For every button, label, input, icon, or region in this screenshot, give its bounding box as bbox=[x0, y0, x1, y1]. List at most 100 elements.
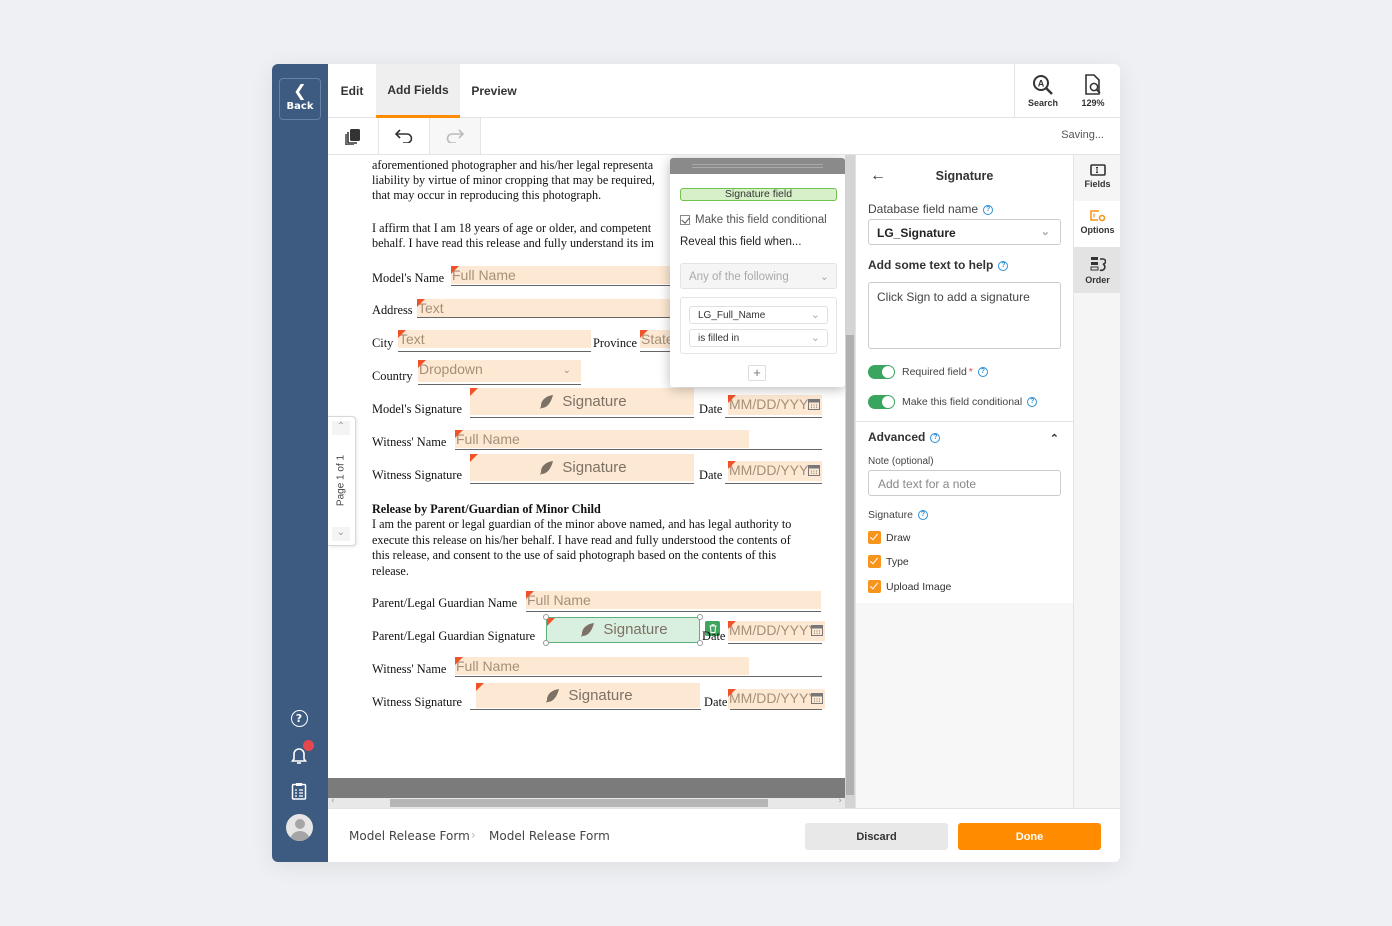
doc-text-line: that may occur in reproducing this photo… bbox=[372, 188, 602, 202]
search-button[interactable]: A Search bbox=[1021, 74, 1065, 108]
conditional-field-row: Make this field conditional? bbox=[868, 395, 1038, 409]
left-rail: ❮ Back ? bbox=[272, 64, 328, 862]
db-field-select[interactable]: LG_Signature ⌄ bbox=[868, 219, 1061, 245]
checkbox-checked-icon bbox=[868, 531, 881, 544]
rule-operator-select[interactable]: is filled in ⌄ bbox=[689, 329, 828, 347]
type-checkbox[interactable]: Type bbox=[868, 555, 909, 568]
label-date: Date bbox=[699, 468, 723, 482]
clipboard-icon bbox=[291, 783, 307, 800]
horizontal-scroll-thumb[interactable] bbox=[390, 799, 768, 807]
witness-name-field[interactable]: Full Name bbox=[455, 430, 749, 448]
help-button[interactable]: ? bbox=[288, 707, 310, 729]
guardian-name-field[interactable]: Full Name bbox=[526, 591, 821, 609]
doc-text-line: execute this release on his/her behalf. … bbox=[372, 533, 791, 547]
horizontal-scrollbar[interactable]: ‹ › bbox=[328, 796, 845, 808]
witness2-date-field[interactable]: MM/DD/YYYY bbox=[728, 689, 825, 709]
doc-text-line: this release, and consent to the use of … bbox=[372, 548, 777, 562]
help-text-label: Add some text to help? bbox=[868, 258, 1009, 272]
doc-text-line: release. bbox=[372, 564, 409, 578]
label-date: Date bbox=[704, 695, 728, 709]
resize-handle[interactable] bbox=[543, 640, 549, 646]
search-label: Search bbox=[1027, 98, 1059, 108]
checkbox-icon bbox=[680, 215, 690, 225]
calendar-icon bbox=[811, 693, 823, 704]
page-down-button[interactable]: ⌄ bbox=[332, 527, 350, 541]
breadcrumb-item: Model Release Form bbox=[489, 829, 610, 843]
side-tab-order[interactable]: Order bbox=[1074, 247, 1120, 293]
field-type-badge: Signature field bbox=[680, 188, 837, 201]
match-type-select[interactable]: Any of the following ⌄ bbox=[680, 263, 837, 289]
document-end-gutter bbox=[328, 778, 845, 798]
note-input[interactable]: Add text for a note bbox=[868, 470, 1061, 496]
add-condition-button[interactable]: + bbox=[748, 365, 766, 381]
panel-title: Signature bbox=[935, 169, 994, 183]
zoom-button[interactable]: 129% bbox=[1071, 74, 1115, 108]
forms-button[interactable] bbox=[288, 780, 310, 802]
tab-edit[interactable]: Edit bbox=[332, 64, 372, 118]
help-icon: ? bbox=[977, 367, 988, 377]
done-button[interactable]: Done bbox=[958, 823, 1101, 850]
draw-checkbox[interactable]: Draw bbox=[868, 531, 911, 544]
guardian-date-field[interactable]: MM/DD/YYYY bbox=[728, 621, 825, 641]
vertical-scrollbar[interactable] bbox=[845, 155, 855, 808]
side-tab-options[interactable]: Options bbox=[1074, 201, 1120, 247]
guardian-signature-field-selected[interactable]: Signature bbox=[546, 617, 700, 643]
upload-image-checkbox[interactable]: Upload Image bbox=[868, 580, 951, 593]
redo-button[interactable] bbox=[430, 118, 481, 154]
undo-button[interactable] bbox=[379, 118, 430, 154]
user-avatar[interactable] bbox=[286, 814, 313, 841]
witness-signature-field[interactable]: Signature bbox=[470, 454, 694, 481]
help-icon: ? bbox=[917, 510, 928, 521]
popup-drag-handle[interactable] bbox=[670, 158, 845, 174]
top-nav: Edit Add Fields Preview A Search 129% bbox=[328, 64, 1120, 118]
conditional-checkbox[interactable]: Make this field conditional bbox=[680, 214, 827, 226]
reorder-icon bbox=[1090, 257, 1106, 272]
chevron-up-icon[interactable]: ⌃ bbox=[1050, 432, 1059, 445]
witness2-signature-field[interactable]: Signature bbox=[476, 683, 700, 708]
page-up-button[interactable]: ⌃ bbox=[332, 421, 350, 435]
country-dropdown[interactable]: Dropdown ⌄ bbox=[418, 360, 581, 382]
feather-icon bbox=[581, 623, 595, 637]
chevron-right-icon: › bbox=[471, 828, 476, 842]
conditional-toggle[interactable] bbox=[868, 395, 895, 409]
help-icon: ? bbox=[930, 432, 941, 443]
side-tab-fields[interactable]: Fields bbox=[1074, 155, 1120, 201]
rule-field-select[interactable]: LG_Full_Name ⌄ bbox=[689, 306, 828, 324]
model-date-field[interactable]: MM/DD/YYYY bbox=[728, 395, 822, 415]
help-icon: ? bbox=[998, 260, 1009, 271]
label-city: City bbox=[372, 336, 394, 350]
notifications-button[interactable] bbox=[288, 740, 314, 766]
field-options-panel: ← Signature Database field name? LG_Sign… bbox=[855, 155, 1073, 808]
section-heading: Release by Parent/Guardian of Minor Chil… bbox=[372, 502, 601, 516]
resize-handle[interactable] bbox=[543, 614, 549, 620]
model-signature-field[interactable]: Signature bbox=[470, 388, 694, 415]
text-field-icon bbox=[1089, 164, 1106, 176]
vertical-scroll-thumb[interactable] bbox=[846, 335, 854, 795]
required-toggle[interactable] bbox=[868, 365, 895, 379]
duplicate-button[interactable] bbox=[328, 118, 379, 154]
back-button[interactable]: ❮ Back bbox=[279, 78, 321, 120]
label-witness-signature: Witness Signature bbox=[372, 468, 463, 482]
city-field[interactable]: Text bbox=[398, 330, 591, 348]
breadcrumb-item[interactable]: Model Release Form bbox=[349, 829, 470, 843]
tab-preview[interactable]: Preview bbox=[464, 64, 524, 118]
tab-add-fields[interactable]: Add Fields bbox=[376, 64, 460, 118]
witness-date-field[interactable]: MM/DD/YYYY bbox=[728, 461, 822, 481]
label-province: Province bbox=[593, 336, 638, 350]
label-model-signature: Model's Signature bbox=[372, 402, 462, 416]
copy-icon bbox=[345, 128, 360, 145]
top-tools: A Search 129% bbox=[1014, 64, 1120, 118]
undo-icon bbox=[395, 129, 413, 143]
help-text-input[interactable]: Click Sign to add a signature bbox=[868, 282, 1061, 349]
discard-button[interactable]: Discard bbox=[805, 823, 948, 850]
label-model-name: Model's Name bbox=[372, 271, 445, 285]
resize-handle[interactable] bbox=[697, 614, 703, 620]
advanced-section-toggle[interactable]: Advanced? bbox=[868, 430, 941, 444]
condition-rule: LG_Full_Name ⌄ is filled in ⌄ bbox=[680, 297, 837, 354]
chevron-left-icon: ❮ bbox=[293, 81, 307, 100]
doc-text-line: aforementioned photographer and his/her … bbox=[372, 158, 654, 172]
label-date: Date bbox=[699, 402, 723, 416]
side-tabs: Fields Options Order bbox=[1073, 155, 1120, 808]
label-guardian-signature: Parent/Legal Guardian Signature bbox=[372, 629, 536, 643]
witness2-name-field[interactable]: Full Name bbox=[455, 657, 749, 675]
